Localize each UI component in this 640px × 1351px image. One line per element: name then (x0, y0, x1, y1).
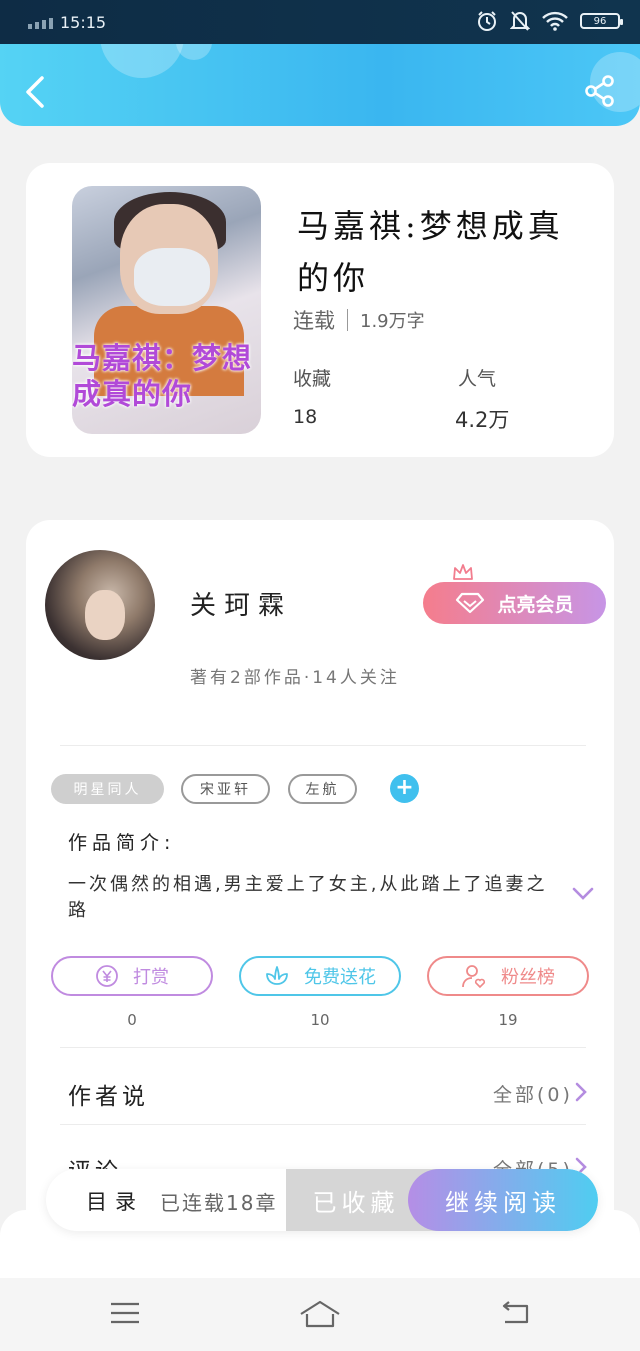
favorites-label: 收藏 (293, 368, 332, 390)
chevron-down-icon[interactable] (572, 886, 594, 902)
vip-button[interactable]: 点亮会员 (423, 582, 606, 624)
fan-rank-label: 粉丝榜 (501, 967, 555, 988)
favorites-value: 18 (293, 406, 318, 428)
bottom-action-bar: 目录 已连载18章 已收藏 继续阅读 (46, 1169, 598, 1231)
yen-icon (96, 965, 118, 987)
share-icon[interactable] (584, 74, 616, 108)
vip-button-label: 点亮会员 (497, 593, 574, 616)
bell-off-icon (510, 11, 530, 31)
menu-icon[interactable] (110, 1300, 140, 1326)
popularity-value: 4.2万 (455, 408, 510, 432)
author-name[interactable]: 关珂霖 (190, 585, 292, 622)
avatar[interactable] (45, 550, 155, 660)
divider (60, 745, 586, 746)
reward-count: 0 (127, 1011, 137, 1029)
book-meta: 连载 1.9万字 (293, 305, 425, 335)
intro-text: 一次偶然的相遇,男主爱上了女主,从此踏上了追妻之路 (68, 874, 548, 921)
serial-status: 连载 (293, 309, 335, 333)
author-says-all-link[interactable]: 全部(0) (493, 1080, 573, 1107)
intro-heading: 作品简介: (68, 832, 176, 854)
battery-icon: 96 (580, 13, 623, 29)
favorited-label: 已收藏 (312, 1188, 400, 1217)
flower-icon (266, 966, 288, 985)
serial-chapters[interactable]: 已连载18章 (160, 1187, 277, 1216)
back-icon[interactable] (499, 1300, 531, 1326)
header-bar (0, 44, 640, 126)
fan-rank-icon (462, 965, 486, 989)
home-icon[interactable] (299, 1300, 341, 1328)
chevron-right-icon[interactable] (574, 1082, 588, 1102)
fan-count: 19 (498, 1011, 518, 1029)
toc-button[interactable]: 目录 (86, 1186, 144, 1216)
reward-button[interactable]: 打赏 (51, 956, 213, 996)
tag-item[interactable]: 宋亚轩 (181, 774, 270, 804)
signal-icon (28, 18, 53, 29)
continue-reading-label: 继续阅读 (445, 1188, 561, 1217)
cover-title: 马嘉祺：梦想成真的你 (72, 341, 253, 411)
author-stats: 著有2部作品·14人关注 (190, 668, 400, 688)
send-flower-label: 免费送花 (304, 967, 376, 988)
status-bar: 15:15 96 (0, 0, 640, 44)
tag-item[interactable]: 左航 (288, 774, 357, 804)
crown-icon (453, 564, 473, 580)
tag-item[interactable]: 明星同人 (51, 774, 164, 804)
wifi-icon (542, 11, 568, 31)
back-arrow-icon[interactable] (22, 74, 48, 110)
system-nav-bar (0, 1278, 640, 1351)
popularity-label: 人气 (458, 368, 497, 390)
continue-reading-button[interactable]: 继续阅读 (408, 1169, 598, 1231)
fan-rank-button[interactable]: 粉丝榜 (427, 956, 589, 996)
status-icons: 96 (476, 10, 623, 32)
add-tag-button[interactable]: + (390, 774, 419, 803)
reward-label: 打赏 (133, 967, 169, 988)
word-count: 1.9万字 (360, 311, 425, 332)
send-flower-button[interactable]: 免费送花 (239, 956, 401, 996)
divider (60, 1047, 586, 1048)
diamond-icon (456, 592, 485, 614)
alarm-icon (478, 11, 496, 31)
divider (347, 309, 348, 331)
flower-count: 10 (310, 1011, 330, 1029)
book-cover[interactable]: 马嘉祺：梦想成真的你 (72, 186, 261, 434)
author-says-title: 作者说 (68, 1084, 149, 1110)
book-title: 马嘉祺:梦想成真的你 (297, 207, 564, 297)
status-time: 15:15 (60, 13, 107, 32)
divider (60, 1124, 586, 1125)
